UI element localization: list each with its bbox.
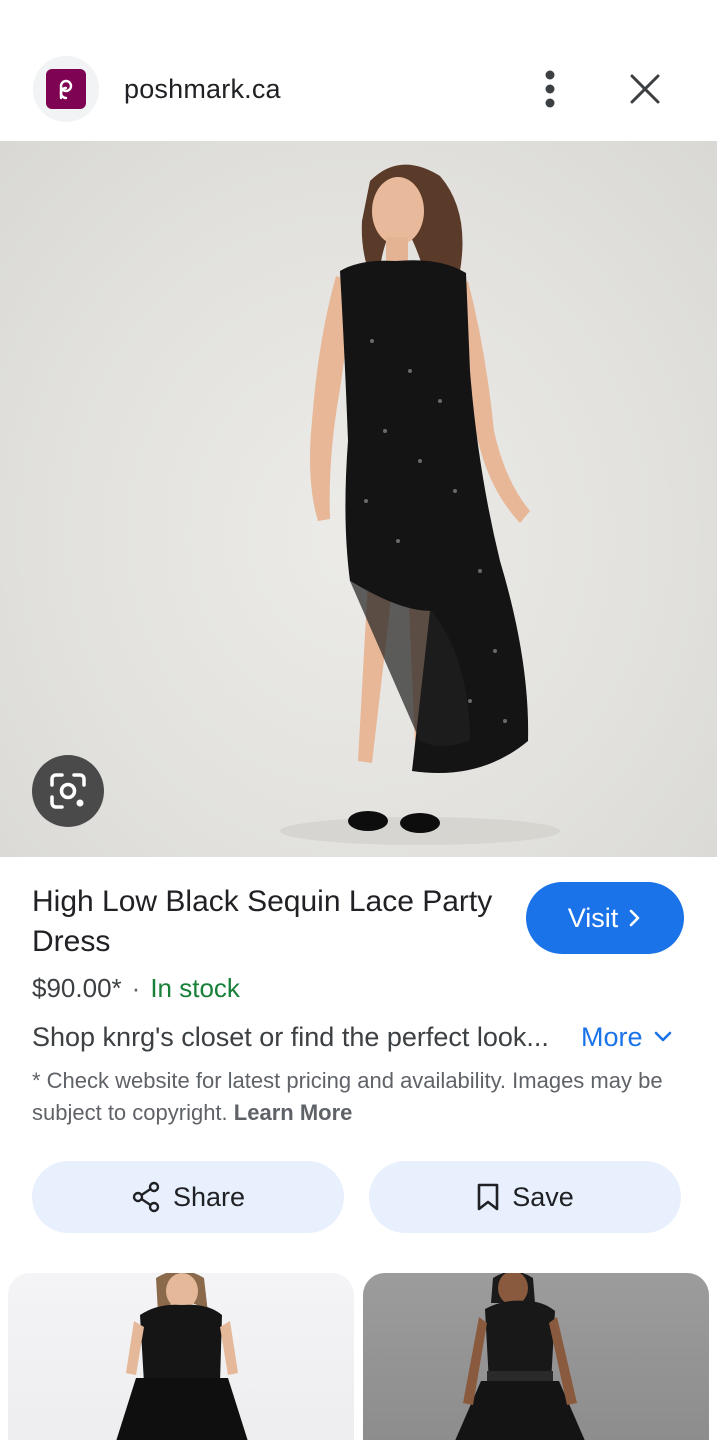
- image-preview-page: poshmark.ca High Low Black Sequin Lace P…: [0, 0, 717, 1440]
- chevron-right-icon: [628, 908, 642, 928]
- price-row: $90.00* · In stock: [32, 970, 240, 1006]
- more-label: More: [581, 1022, 643, 1052]
- google-lens-button[interactable]: [32, 755, 104, 827]
- google-lens-icon: [50, 773, 86, 809]
- more-button[interactable]: More: [581, 1018, 673, 1056]
- more-options-button[interactable]: [526, 64, 574, 114]
- preview-header: poshmark.ca: [0, 0, 717, 141]
- bookmark-icon: [476, 1182, 500, 1212]
- learn-more-link[interactable]: Learn More: [234, 1100, 353, 1125]
- disclaimer: * Check website for latest pricing and a…: [32, 1065, 682, 1129]
- related-dress-photo: [116, 1273, 248, 1440]
- related-dress-photo: [455, 1273, 585, 1440]
- visit-label: Visit: [567, 902, 619, 933]
- save-label: Save: [512, 1181, 574, 1212]
- chevron-down-icon: [653, 1030, 673, 1044]
- product-title: High Low Black Sequin Lace Party Dress: [32, 885, 493, 958]
- related-image[interactable]: [8, 1273, 354, 1440]
- visit-button[interactable]: Visit: [526, 882, 684, 954]
- poshmark-logo-icon: [46, 69, 86, 109]
- stock-status: In stock: [150, 973, 240, 1003]
- related-image[interactable]: [363, 1273, 709, 1440]
- dress-model-photo: [280, 164, 560, 845]
- close-icon: [630, 74, 660, 104]
- site-name[interactable]: poshmark.ca: [124, 72, 281, 106]
- product-image[interactable]: [0, 141, 717, 857]
- price: $90.00*: [32, 973, 122, 1003]
- close-button[interactable]: [620, 64, 670, 114]
- site-logo[interactable]: [33, 56, 99, 122]
- more-vert-icon: [545, 70, 555, 108]
- separator: ·: [131, 973, 141, 1003]
- share-icon: [131, 1181, 161, 1213]
- share-label: Share: [172, 1181, 246, 1212]
- share-button[interactable]: Share: [32, 1161, 344, 1233]
- save-button[interactable]: Save: [369, 1161, 681, 1233]
